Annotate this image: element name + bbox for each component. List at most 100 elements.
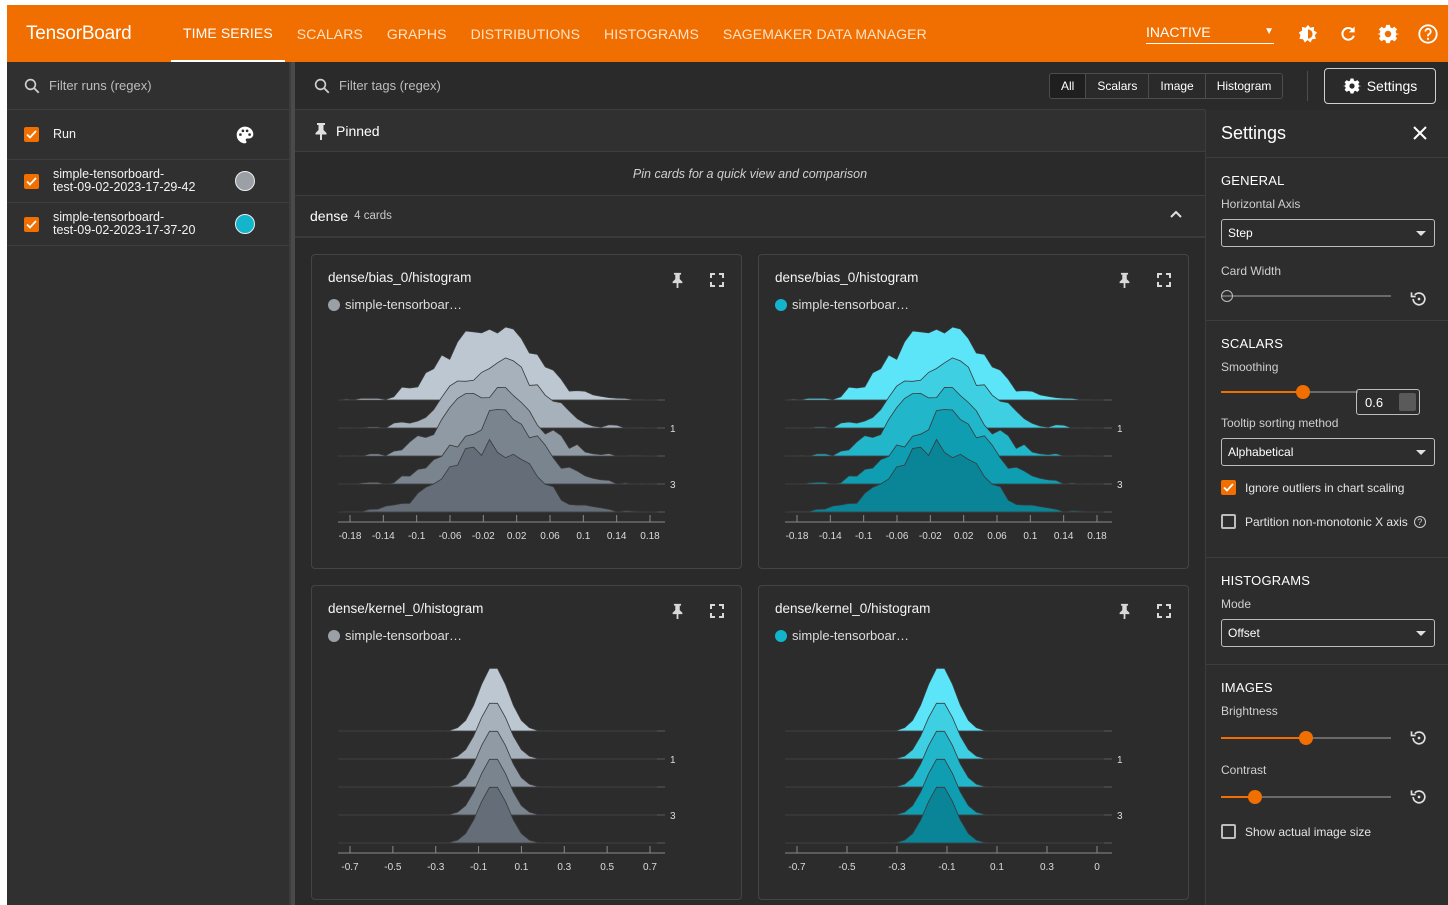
histogram-card: dense/bias_0/histogram simple-tensorboar…… bbox=[758, 254, 1189, 569]
top-app-bar: TensorBoard TIME SERIES SCALARS GRAPHS D… bbox=[7, 5, 1448, 62]
x-tick-label: 0.14 bbox=[607, 531, 627, 542]
x-tick-label: 0.02 bbox=[507, 531, 527, 542]
chevron-up-icon[interactable] bbox=[1169, 209, 1183, 219]
nav-tab-histograms[interactable]: HISTOGRAMS bbox=[592, 5, 711, 62]
histogram-plot: 1 3 -0.18 -0.14 -0.1 -0.06 -0.02 0.02 0.06 0.1 0.1… bbox=[337, 326, 676, 542]
theme-icon[interactable] bbox=[1288, 14, 1328, 54]
filter-histogram-button[interactable]: Histogram bbox=[1205, 74, 1283, 98]
card-run-legend: simple-tensorboar… bbox=[328, 628, 462, 643]
partition-x-axis-option[interactable]: Partition non-monotonic X axis ? bbox=[1221, 514, 1433, 529]
smoothing-input[interactable]: 0.6 bbox=[1356, 389, 1420, 415]
runs-header-row: Run bbox=[7, 110, 289, 160]
reset-icon[interactable] bbox=[1409, 289, 1429, 309]
help-icon[interactable] bbox=[1408, 14, 1448, 54]
step-axis-label: 1 bbox=[670, 755, 676, 766]
ignore-outliers-checkbox[interactable] bbox=[1221, 480, 1236, 495]
filter-all-button[interactable]: All bbox=[1050, 74, 1087, 98]
tooltip-sort-select[interactable]: Alphabetical bbox=[1221, 438, 1435, 466]
card-group-header[interactable]: dense 4 cards bbox=[295, 196, 1205, 238]
smoothing-slider[interactable] bbox=[1221, 382, 1358, 402]
nav-tab-distributions[interactable]: DISTRIBUTIONS bbox=[459, 5, 592, 62]
run-checkbox[interactable] bbox=[24, 173, 39, 189]
histogram-card: dense/bias_0/histogram simple-tensorboar…… bbox=[311, 254, 742, 569]
x-tick-label: -0.06 bbox=[886, 531, 909, 542]
actual-size-label: Show actual image size bbox=[1245, 824, 1372, 839]
fullscreen-icon[interactable] bbox=[710, 604, 724, 618]
card-title: dense/bias_0/histogram bbox=[328, 270, 472, 285]
nav-tab-scalars[interactable]: SCALARS bbox=[285, 5, 375, 62]
slider-thumb[interactable] bbox=[1296, 385, 1311, 399]
number-spinner-icon[interactable] bbox=[1399, 393, 1416, 411]
slider-thumb[interactable] bbox=[1221, 290, 1233, 302]
pin-icon[interactable] bbox=[1119, 272, 1130, 288]
x-tick-label: -0.3 bbox=[427, 862, 445, 873]
cards-scroll: Pinned Pin cards for a quick view and co… bbox=[295, 110, 1205, 238]
histogram-mode-value: Offset bbox=[1228, 626, 1260, 640]
pin-icon[interactable] bbox=[672, 272, 683, 288]
run-row[interactable]: simple-tensorboard- test-09-02-2023-17-3… bbox=[7, 203, 289, 246]
x-tick-label: 0.5 bbox=[600, 862, 614, 873]
dropdown-arrow-icon bbox=[1416, 630, 1426, 636]
filter-image-button[interactable]: Image bbox=[1149, 74, 1206, 98]
reload-status-select[interactable]: INACTIVE ▼ bbox=[1146, 24, 1274, 44]
settings-button[interactable]: Settings bbox=[1324, 68, 1436, 104]
run-color-swatch[interactable] bbox=[235, 171, 255, 191]
card-width-slider[interactable] bbox=[1221, 286, 1391, 306]
run-color-dot bbox=[775, 298, 787, 311]
partition-x-axis-checkbox[interactable] bbox=[1221, 514, 1236, 529]
pin-icon[interactable] bbox=[1119, 603, 1130, 619]
gear-icon[interactable] bbox=[1368, 14, 1408, 54]
pinned-title: Pinned bbox=[336, 122, 380, 139]
pinned-section-header: Pinned bbox=[295, 110, 1205, 152]
fullscreen-icon[interactable] bbox=[1157, 273, 1171, 287]
step-axis-label: 1 bbox=[1117, 424, 1123, 435]
step-axis-label: 1 bbox=[1117, 755, 1123, 766]
slider-thumb[interactable] bbox=[1299, 731, 1313, 745]
step-axis-label: 3 bbox=[1117, 480, 1123, 491]
runs-filter-input[interactable]: Filter runs (regex) bbox=[49, 78, 152, 93]
select-all-runs-checkbox[interactable] bbox=[24, 127, 39, 142]
slider-thumb[interactable] bbox=[1248, 790, 1262, 804]
x-tick-label: 0.06 bbox=[987, 531, 1007, 542]
reset-icon[interactable] bbox=[1409, 787, 1429, 807]
actual-size-option[interactable]: Show actual image size bbox=[1221, 824, 1433, 839]
general-heading: GENERAL bbox=[1221, 173, 1285, 188]
runs-filter[interactable]: Filter runs (regex) bbox=[7, 62, 289, 110]
filter-scalars-button[interactable]: Scalars bbox=[1086, 74, 1150, 98]
nav-tab-sagemaker-data-manager[interactable]: SAGEMAKER DATA MANAGER bbox=[711, 5, 939, 62]
ignore-outliers-option[interactable]: Ignore outliers in chart scaling bbox=[1221, 480, 1433, 495]
contrast-label: Contrast bbox=[1221, 763, 1267, 777]
brand-logo: TensorBoard bbox=[26, 22, 132, 44]
fullscreen-icon[interactable] bbox=[710, 273, 724, 287]
x-tick-label: -0.02 bbox=[919, 531, 942, 542]
pin-icon[interactable] bbox=[672, 603, 683, 619]
histograms-heading: HISTOGRAMS bbox=[1221, 573, 1311, 588]
fullscreen-icon[interactable] bbox=[1157, 604, 1171, 618]
refresh-icon[interactable] bbox=[1328, 14, 1368, 54]
close-icon[interactable] bbox=[1412, 125, 1428, 141]
run-color-swatch[interactable] bbox=[235, 214, 255, 234]
horizontal-axis-select[interactable]: Step bbox=[1221, 219, 1435, 247]
nav-tab-time-series[interactable]: TIME SERIES bbox=[171, 5, 285, 62]
actual-size-checkbox[interactable] bbox=[1221, 824, 1236, 839]
histogram-mode-select[interactable]: Offset bbox=[1221, 619, 1435, 647]
step-axis-label: 3 bbox=[670, 480, 676, 491]
run-checkbox[interactable] bbox=[24, 216, 39, 232]
nav-tab-graphs[interactable]: GRAPHS bbox=[375, 5, 459, 62]
settings-pane: Settings GENERAL Horizontal Axis Step Ca… bbox=[1205, 110, 1448, 905]
brightness-slider[interactable] bbox=[1221, 728, 1391, 748]
help-icon[interactable]: ? bbox=[1413, 515, 1426, 528]
tag-filter-input[interactable]: Filter tags (regex) bbox=[339, 78, 441, 93]
x-tick-label: -0.5 bbox=[384, 862, 402, 873]
x-tick-label: -0.14 bbox=[372, 531, 395, 542]
pin-icon bbox=[315, 122, 327, 140]
x-tick-label: -0.7 bbox=[788, 862, 806, 873]
search-icon bbox=[24, 78, 40, 93]
histogram-plot: 1 3 -0.7 -0.5 -0.3 -0.1 0.1 0.3 0 bbox=[785, 667, 1123, 873]
palette-icon[interactable] bbox=[235, 125, 255, 145]
reset-icon[interactable] bbox=[1409, 728, 1429, 748]
x-tick-label: 0.1 bbox=[990, 862, 1004, 873]
contrast-slider[interactable] bbox=[1221, 787, 1391, 807]
run-row[interactable]: simple-tensorboard- test-09-02-2023-17-2… bbox=[7, 160, 289, 203]
smoothing-input-value: 0.6 bbox=[1365, 394, 1384, 410]
